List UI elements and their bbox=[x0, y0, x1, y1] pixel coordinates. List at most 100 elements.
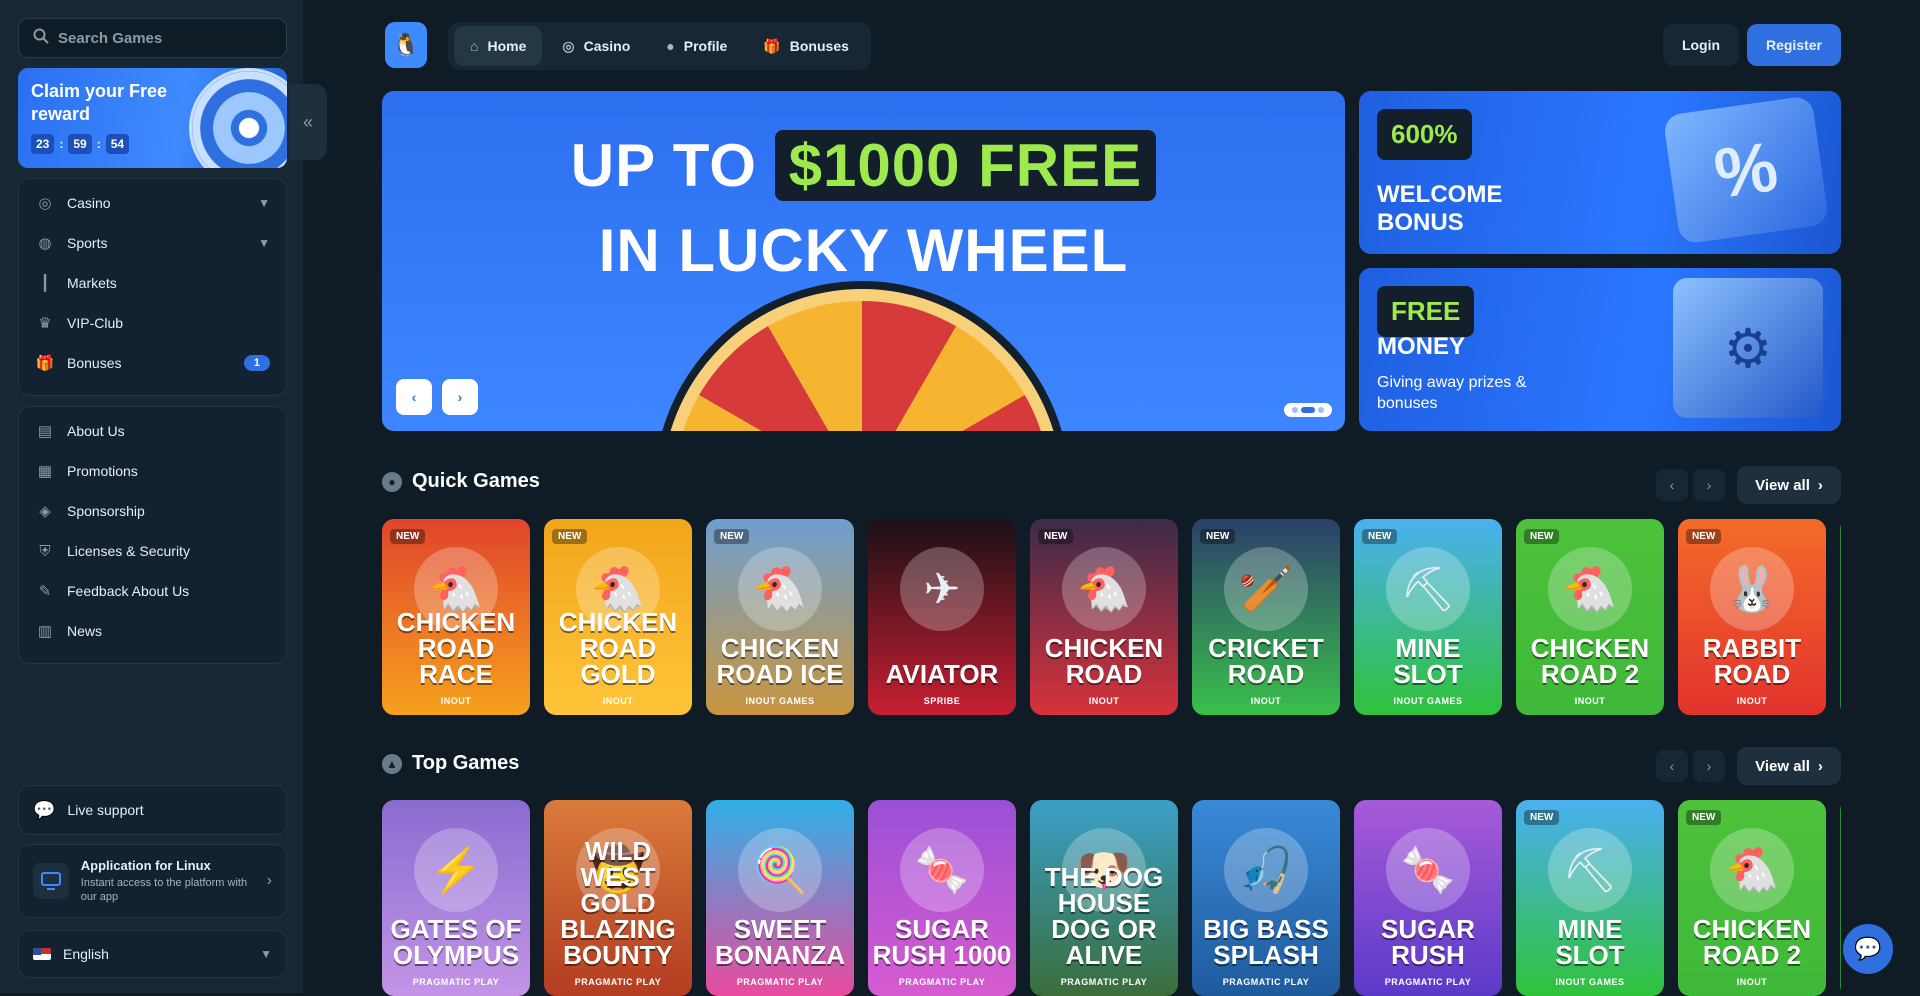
game-card[interactable]: 🍭 SWEET BONANZA PRAGMATIC PLAY bbox=[706, 800, 854, 996]
new-badge: NEW bbox=[552, 529, 588, 544]
game-art-icon: 🐔 bbox=[1548, 547, 1632, 631]
hero-next-button[interactable]: › bbox=[442, 379, 478, 415]
welcome-bonus-tag: 600% bbox=[1377, 109, 1472, 160]
welcome-bonus-banner[interactable]: 600% WELCOME BONUS % bbox=[1359, 91, 1841, 254]
live-support-button[interactable]: 💬 Live support bbox=[18, 785, 287, 835]
game-card[interactable]: NEW 🐔 CHICKEN ROAD 2 INOUT bbox=[1678, 800, 1826, 996]
book-icon: ▤ bbox=[37, 423, 53, 440]
game-provider: INOUT bbox=[440, 696, 472, 706]
sidebar-item-casino[interactable]: ◎ Casino ▼ bbox=[19, 183, 286, 223]
game-art-icon: 🐔 bbox=[738, 547, 822, 631]
game-card[interactable]: NEW 🐰 RABBIT ROAD INOUT bbox=[1678, 519, 1826, 715]
game-art-icon: 🍬 bbox=[1386, 828, 1470, 912]
game-card[interactable]: ✈ AVIATOR SPRIBE bbox=[868, 519, 1016, 715]
new-badge: NEW bbox=[1686, 810, 1722, 825]
sidebar-item-licenses-security[interactable]: ⛨ Licenses & Security bbox=[19, 531, 286, 571]
top-games-row: ⚡ GATES OF OLYMPUS PRAGMATIC PLAY 🤠 WILD WES… bbox=[382, 800, 1841, 996]
register-button[interactable]: Register bbox=[1747, 24, 1841, 66]
us-flag-icon bbox=[33, 948, 51, 960]
pagination-dot-active[interactable] bbox=[1301, 407, 1315, 413]
game-card[interactable]: 🍬 SUGAR RUSH PRAGMATIC PLAY bbox=[1354, 800, 1502, 996]
sidebar-item-about-us[interactable]: ▤ About Us bbox=[19, 411, 286, 451]
language-label: English bbox=[63, 946, 109, 962]
sidebar-item-bonuses[interactable]: 🎁 Bonuses 1 bbox=[19, 343, 286, 383]
game-card[interactable]: NEW 🐔 CHICKEN ROAD INOUT bbox=[1030, 519, 1178, 715]
pagination-dot[interactable] bbox=[1318, 407, 1324, 413]
game-card[interactable]: NEW 🐔 CHICKEN ROAD RACE INOUT bbox=[382, 519, 530, 715]
tab-bonuses[interactable]: 🎁 Bonuses bbox=[747, 26, 865, 66]
free-reward-banner[interactable]: Claim your Free reward 23: 59: 54 bbox=[18, 68, 287, 168]
login-button[interactable]: Login bbox=[1663, 24, 1739, 66]
app-title: Application for Linux bbox=[80, 858, 211, 873]
main-menu: ◎ Casino ▼ ◍ Sports ▼ ┃ Markets ♛ VIP-Club 🎁 Bonuse… bbox=[18, 178, 287, 396]
game-card[interactable]: NEW ⛏ MINE SLOT INOUT GAMES bbox=[1354, 519, 1502, 715]
game-card[interactable]: ⚡ GATES OF OLYMPUS PRAGMATIC PLAY bbox=[382, 800, 530, 996]
top-games-view-all[interactable]: View all › bbox=[1737, 747, 1841, 785]
tab-home[interactable]: ⌂ Home bbox=[454, 26, 543, 66]
game-provider: INOUT GAMES bbox=[1393, 696, 1463, 706]
game-card[interactable]: 🤠 WILD WEST GOLD BLAZING BOUNTY PRAGMATIC … bbox=[544, 800, 692, 996]
language-selector[interactable]: English ▼ bbox=[18, 930, 287, 978]
hero-pagination[interactable] bbox=[1284, 403, 1332, 417]
medal-icon: ◈ bbox=[39, 503, 51, 520]
quick-games-title: Quick Games bbox=[412, 470, 540, 492]
tab-casino[interactable]: ◎ Casino bbox=[546, 26, 646, 66]
new-badge: NEW bbox=[1200, 529, 1236, 544]
game-art-icon: 🐔 bbox=[1062, 547, 1146, 631]
game-card[interactable]: 🎣 BIG BASS SPLASH PRAGMATIC PLAY bbox=[1192, 800, 1340, 996]
quick-games-prev-button[interactable]: ‹ bbox=[1656, 469, 1688, 501]
top-games-prev-button[interactable]: ‹ bbox=[1656, 750, 1688, 782]
brand-logo[interactable]: 🐧 bbox=[385, 22, 427, 68]
pagination-dot[interactable] bbox=[1292, 407, 1298, 413]
game-title: BIG BASS SPLASH bbox=[1203, 914, 1329, 970]
chevron-down-icon: ▼ bbox=[258, 236, 270, 250]
gift-icon: 🎁 bbox=[35, 355, 55, 372]
game-provider: INOUT bbox=[1736, 696, 1768, 706]
chevron-right-icon: › bbox=[1706, 758, 1712, 774]
gift-icon: 🎁 bbox=[763, 37, 781, 54]
hero-prev-button[interactable]: ‹ bbox=[396, 379, 432, 415]
hero-banner[interactable]: UP TO $1000 FREE IN LUCKY WHEEL ‹ › bbox=[382, 91, 1345, 431]
quick-games-view-all[interactable]: View all › bbox=[1737, 466, 1841, 504]
game-card[interactable]: NEW 🏏 CRICKET ROAD INOUT bbox=[1192, 519, 1340, 715]
live-support-label: Live support bbox=[67, 802, 144, 818]
app-download-banner[interactable]: Application for Linux Instant access to … bbox=[18, 844, 287, 918]
game-card[interactable]: NEW 🐔 CHICKEN ROAD 2 INOUT bbox=[1516, 519, 1664, 715]
chat-button[interactable]: 💬 bbox=[1843, 924, 1893, 974]
main-content: 🐧 ⌂ Home ◎ Casino ● Profile 🎁 Bonuses Login Reg… bbox=[303, 0, 1920, 996]
game-art-icon: 🏏 bbox=[1224, 547, 1308, 631]
sidebar-item-news[interactable]: ▥ News bbox=[19, 611, 286, 651]
game-art-icon: 🍭 bbox=[738, 828, 822, 912]
sidebar-item-sponsorship[interactable]: ◈ Sponsorship bbox=[19, 491, 286, 531]
info-menu: ▤ About Us ▦ Promotions ◈ Sponsorship ⛨ License… bbox=[18, 406, 287, 664]
game-card[interactable]: 🍬 SUGAR RUSH 1000 PRAGMATIC PLAY bbox=[868, 800, 1016, 996]
game-card[interactable]: NEW 🐔 CHICKEN ROAD GOLD INOUT bbox=[544, 519, 692, 715]
game-card[interactable]: NEW 🐔 CHICKEN ROAD ICE INOUT GAMES bbox=[706, 519, 854, 715]
game-card[interactable]: 🐶 THE DOG HOUSE DOG OR ALIVE PRAGMATIC PLA… bbox=[1030, 800, 1178, 996]
game-art-icon: 🎣 bbox=[1224, 828, 1308, 912]
game-card-partial[interactable] bbox=[1840, 519, 1841, 715]
sidebar-item-promotions[interactable]: ▦ Promotions bbox=[19, 451, 286, 491]
new-badge: NEW bbox=[1524, 810, 1560, 825]
free-money-tag: FREE bbox=[1377, 286, 1475, 337]
sidebar-item-label: VIP-Club bbox=[67, 315, 124, 331]
top-games-next-button[interactable]: › bbox=[1693, 750, 1725, 782]
game-card-partial[interactable] bbox=[1840, 800, 1841, 996]
sidebar-item-sports[interactable]: ◍ Sports ▼ bbox=[19, 223, 286, 263]
search-input[interactable]: Search Games bbox=[18, 18, 287, 58]
user-icon: ● bbox=[666, 38, 675, 54]
new-badge: NEW bbox=[714, 529, 750, 544]
chevron-right-icon: › bbox=[266, 872, 272, 889]
quick-games-next-button[interactable]: › bbox=[1693, 469, 1725, 501]
new-badge: NEW bbox=[1686, 529, 1722, 544]
game-provider: INOUT bbox=[1574, 696, 1606, 706]
tab-profile[interactable]: ● Profile bbox=[650, 26, 743, 66]
sidebar-item-markets[interactable]: ┃ Markets bbox=[19, 263, 286, 303]
free-money-banner[interactable]: FREE MONEY Giving away prizes & bonuses … bbox=[1359, 268, 1841, 431]
gift-box-icon: % bbox=[1662, 95, 1830, 245]
sidebar: Search Games Claim your Free reward 23: … bbox=[0, 0, 303, 993]
sidebar-item-vip-club[interactable]: ♛ VIP-Club bbox=[19, 303, 286, 343]
free-money-subtitle: Giving away prizes & bonuses bbox=[1377, 374, 1527, 412]
sidebar-item-feedback-about-us[interactable]: ✎ Feedback About Us bbox=[19, 571, 286, 611]
game-card[interactable]: NEW ⛏ MINE SLOT INOUT GAMES bbox=[1516, 800, 1664, 996]
